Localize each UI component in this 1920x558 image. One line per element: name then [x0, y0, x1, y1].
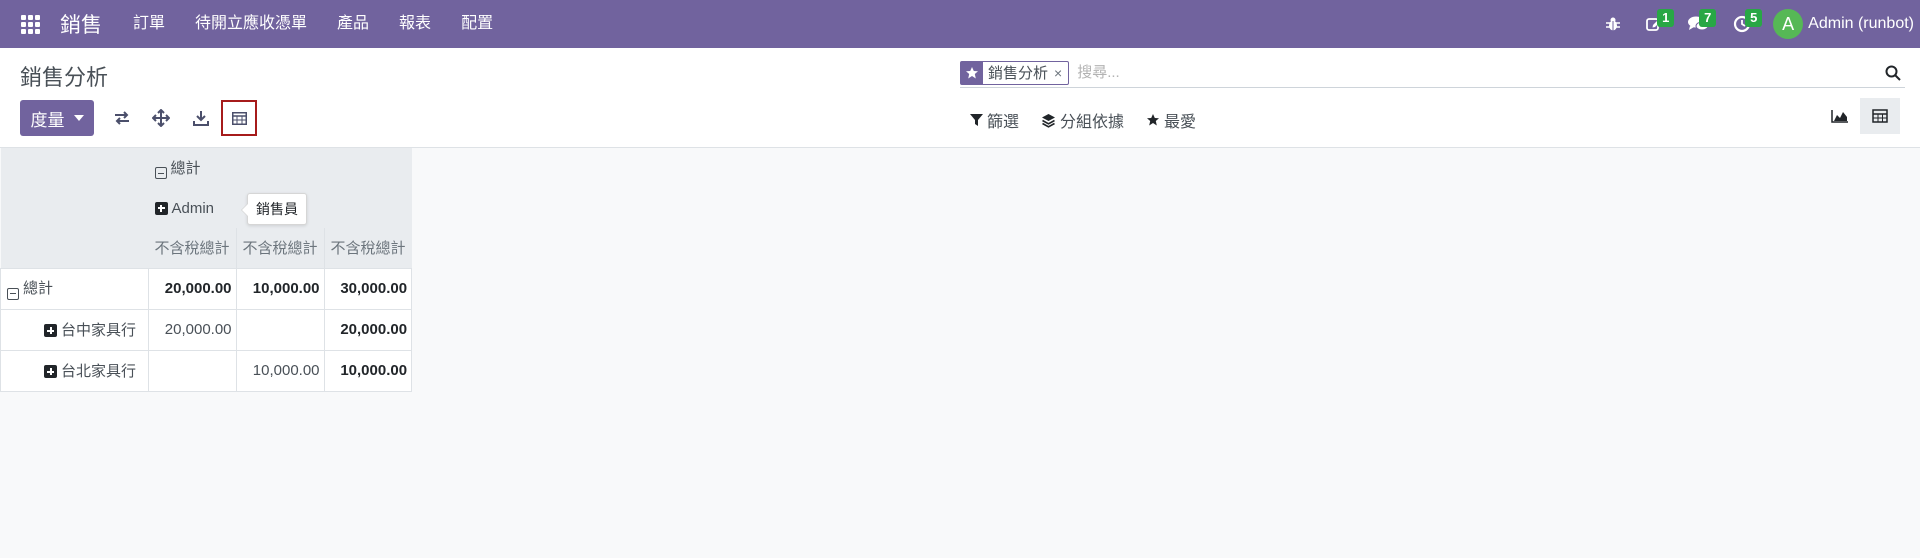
pivot-cell[interactable] — [148, 349, 237, 392]
pivot-cell[interactable]: 10,000.00 — [235, 349, 325, 392]
measure-header[interactable]: 不含稅總計 — [324, 228, 412, 268]
area-chart-icon — [1831, 110, 1848, 123]
user-menu[interactable]: A Admin (runbot) — [1763, 9, 1920, 39]
table-icon — [1872, 109, 1888, 123]
pivot-view-button[interactable] — [1860, 98, 1900, 134]
minus-square-icon — [154, 167, 167, 180]
row-header-total[interactable]: 總計 — [0, 267, 149, 310]
pivot-corner — [0, 228, 149, 268]
insert-in-spreadsheet-button[interactable] — [221, 100, 257, 136]
favorites-button[interactable]: 最愛 — [1146, 108, 1196, 132]
filter-button[interactable]: 篩選 — [970, 108, 1019, 132]
row-header-partner[interactable]: 台中家具行 — [0, 308, 149, 351]
row-header-partner[interactable]: 台北家具行 — [0, 349, 149, 392]
menu-reporting[interactable]: 報表 — [384, 0, 446, 48]
page-title: 銷售分析 — [20, 65, 109, 90]
caret-down-icon — [73, 115, 84, 121]
download-button[interactable] — [183, 100, 219, 136]
flip-axis-button[interactable] — [104, 100, 140, 136]
view-switcher — [1820, 98, 1900, 134]
facet-remove-button[interactable]: × — [1054, 62, 1068, 84]
messages-badge: 7 — [1699, 9, 1717, 27]
control-panel: 銷售分析 度量 銷售分析 × 搜尋... 篩選 分組依據 最愛 — [0, 48, 1920, 148]
pivot-cell[interactable]: 10,000.00 — [235, 267, 325, 310]
measure-header[interactable]: 不含稅總計 — [236, 228, 325, 268]
plus-square-icon — [44, 324, 57, 337]
table-icon — [231, 111, 247, 125]
search-options: 篩選 分組依據 最愛 — [970, 108, 1218, 132]
main-menu: 訂單 待開立應收憑單 產品 報表 配置 — [118, 0, 508, 48]
pivot-cell[interactable]: 20,000.00 — [148, 267, 237, 310]
col-total-label: 總計 — [170, 159, 201, 177]
search-icon — [1885, 65, 1901, 81]
search-bar: 銷售分析 × — [960, 58, 1905, 88]
avatar: A — [1773, 9, 1804, 39]
pivot-cell[interactable]: 30,000.00 — [323, 267, 413, 310]
menu-to-invoice[interactable]: 待開立應收憑單 — [180, 0, 322, 48]
table-row: 台北家具行 10,000.00 10,000.00 — [0, 349, 413, 392]
col-group-label: Admin — [171, 199, 215, 217]
facet-label: 銷售分析 — [988, 65, 1049, 82]
search-input[interactable] — [1077, 59, 1881, 86]
layers-icon — [1042, 113, 1056, 128]
group-by-label: 分組依據 — [1060, 114, 1125, 131]
app-brand[interactable]: 銷售 — [60, 9, 102, 39]
pivot-corner — [0, 148, 149, 188]
row-label: 總計 — [23, 280, 54, 298]
measures-button[interactable]: 度量 — [20, 100, 94, 136]
row-label: 台中家具行 — [61, 322, 137, 339]
messages-button[interactable]: 7 — [1675, 0, 1721, 48]
measure-header[interactable]: 不含稅總計 — [148, 228, 237, 268]
arrows-icon — [152, 109, 170, 127]
exchange-icon — [115, 111, 129, 125]
pivot-cell[interactable] — [235, 308, 325, 351]
activities-clock-button[interactable]: 5 — [1721, 0, 1763, 48]
plus-square-icon — [44, 365, 57, 378]
search-button[interactable] — [1881, 60, 1905, 86]
apps-grid-icon — [20, 14, 40, 34]
star-icon — [961, 61, 983, 84]
favorites-label: 最愛 — [1164, 114, 1197, 131]
user-name: Admin (runbot) — [1808, 15, 1914, 32]
star-icon — [1147, 114, 1160, 126]
pivot-cell[interactable]: 10,000.00 — [323, 349, 413, 392]
table-row: 總計 20,000.00 10,000.00 30,000.00 — [0, 267, 413, 310]
pivot-table: 總計 Admin 不含稅總計 不含稅總計 不含稅總計 總計 20,000.00 … — [0, 148, 413, 392]
menu-orders[interactable]: 訂單 — [118, 0, 180, 48]
measures-label: 度量 — [30, 110, 65, 130]
plus-square-icon — [154, 201, 168, 215]
pivot-cell[interactable]: 20,000.00 — [323, 308, 413, 351]
tooltip-salesperson: 銷售員 — [241, 193, 307, 225]
apps-menu-button[interactable] — [0, 0, 60, 48]
filter-icon — [970, 113, 983, 126]
pivot-corner — [0, 188, 149, 228]
table-row: 台中家具行 20,000.00 20,000.00 — [0, 308, 413, 351]
menu-products[interactable]: 產品 — [322, 0, 384, 48]
pivot-cell[interactable]: 20,000.00 — [148, 308, 237, 351]
menu-configuration[interactable]: 配置 — [446, 0, 508, 48]
expand-all-button[interactable] — [143, 100, 179, 136]
minus-square-icon — [7, 287, 19, 300]
debug-button[interactable] — [1593, 0, 1633, 48]
activity-badge: 1 — [1657, 9, 1675, 27]
download-icon — [193, 111, 209, 126]
col-header-total[interactable]: 總計 — [148, 148, 412, 188]
activity-button[interactable]: 1 — [1633, 0, 1675, 48]
search-facet: 銷售分析 × — [960, 60, 1070, 85]
row-label: 台北家具行 — [61, 363, 137, 380]
bug-icon — [1606, 17, 1621, 31]
graph-view-button[interactable] — [1820, 98, 1860, 134]
top-navbar: 銷售 訂單 待開立應收憑單 產品 報表 配置 1 7 5 A Admin (ru… — [0, 0, 1920, 48]
clock-badge: 5 — [1745, 9, 1763, 27]
group-by-button[interactable]: 分組依據 — [1041, 108, 1124, 132]
filter-label: 篩選 — [987, 114, 1020, 131]
systray: 1 7 5 A Admin (runbot) — [1593, 0, 1920, 48]
